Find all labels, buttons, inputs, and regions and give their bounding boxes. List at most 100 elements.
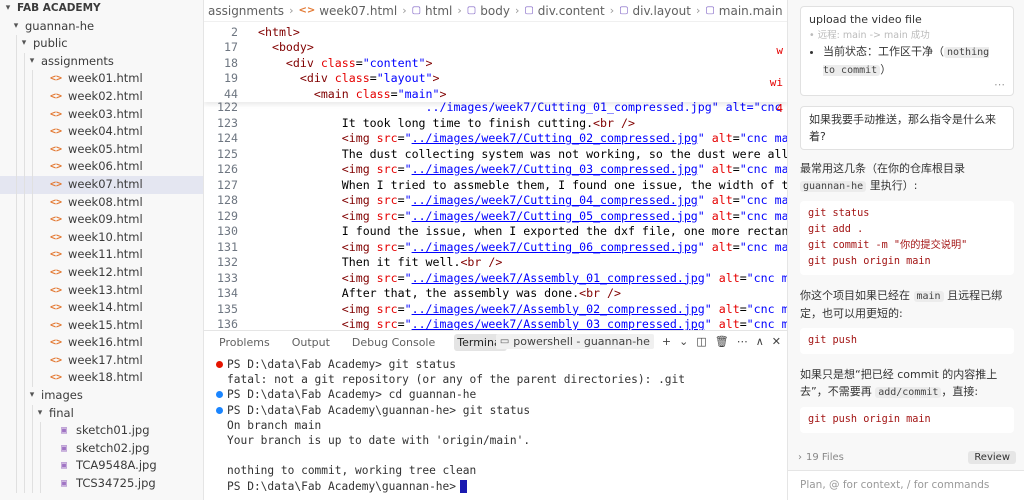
tree-file[interactable]: <> week13.html <box>0 281 203 300</box>
code-block-push[interactable]: git push origin main <box>800 407 1014 433</box>
tab-debug-console[interactable]: Debug Console <box>349 334 438 351</box>
sticky-line[interactable]: 18 <div class="content"> <box>204 56 787 71</box>
status-suffix: ） <box>880 63 892 76</box>
code-token: "main" <box>397 86 440 101</box>
terminal-output[interactable]: PS D:\data\Fab Academy> git status fatal:… <box>204 353 787 494</box>
code-line[interactable]: 123 It took long time to finish cutting.… <box>204 116 787 132</box>
tree-folder[interactable]: ▾ guannan-he <box>0 18 203 36</box>
close-panel-icon[interactable]: ✕ <box>772 335 781 348</box>
maximize-panel-icon[interactable]: ∧ <box>756 335 764 348</box>
tab-problems[interactable]: Problems <box>216 334 273 351</box>
tree-file[interactable]: <> week04.html <box>0 123 203 141</box>
tree-file[interactable]: <> week12.html <box>0 263 203 282</box>
indent-guide <box>16 158 17 176</box>
split-terminal-icon[interactable]: ◫ <box>696 335 706 348</box>
tab-output[interactable]: Output <box>289 334 333 351</box>
tree-file[interactable]: <> week18.html <box>0 369 203 388</box>
tree-file[interactable]: <> week15.html <box>0 316 203 335</box>
sticky-line[interactable]: 19 <div class="layout"> <box>204 71 787 86</box>
code-block-commands[interactable]: git status git add . git commit -m "你的提交说明… <box>800 201 1014 275</box>
tree-file[interactable]: <> week01.html <box>0 70 203 88</box>
breadcrumb-item[interactable]: ▢ div.content <box>524 4 604 18</box>
code-line[interactable]: 127 When I tried to assmeble them, I fou… <box>204 178 787 194</box>
code-line[interactable]: 124 <img src="../images/week7/Cutting_02… <box>204 131 787 147</box>
command-status-icon[interactable] <box>216 361 223 369</box>
breadcrumb-item[interactable]: ▢ div.layout <box>619 4 691 18</box>
code-line[interactable]: 131 <img src="../images/week7/Cutting_06… <box>204 240 787 256</box>
breadcrumb-item[interactable]: ▢ main.main <box>705 4 782 18</box>
sticky-line[interactable]: 2 <html> <box>204 25 787 40</box>
code-line[interactable]: 132 Then it fit well.<br /> <box>204 255 787 271</box>
code-line[interactable]: 134 After that, the assembly was done.<b… <box>204 286 787 302</box>
review-button[interactable]: Review <box>968 450 1016 464</box>
sticky-line[interactable]: 44 <main class="main"> <box>204 87 787 102</box>
new-terminal-icon[interactable]: + <box>662 335 671 348</box>
image-path-link[interactable]: ../images/week7/Cutting_06_compressed.jp… <box>412 240 698 254</box>
code-block-line: git status <box>808 208 870 219</box>
tree-file[interactable]: <> week05.html <box>0 140 203 159</box>
breadcrumb-item[interactable]: ▢ body <box>467 4 510 18</box>
image-path-link[interactable]: ../images/week7/Cutting_03_compressed.jp… <box>412 162 698 176</box>
code-line[interactable]: 125 The dust collecting system was not w… <box>204 147 787 163</box>
code-line[interactable]: 135 <img src="../images/week7/Assembly_0… <box>204 302 787 318</box>
code-line[interactable]: 130 I found the issue, when I exported t… <box>204 224 787 240</box>
tree-file[interactable]: <> week03.html <box>0 105 203 124</box>
command-status-icon[interactable] <box>216 391 223 399</box>
tree-file[interactable]: ▣ TCS34725.jpg <box>0 475 203 493</box>
tree-file[interactable]: <> week09.html <box>0 211 203 229</box>
image-path-link[interactable]: ../images/week7/Assembly_01_compressed.j… <box>412 271 705 285</box>
more-actions-icon[interactable]: ⋯ <box>737 335 748 348</box>
code-line[interactable]: 136 <img src="../images/week7/Assembly_0… <box>204 317 787 330</box>
tree-folder[interactable]: ▾ FAB ACADEMY <box>0 0 203 18</box>
breadcrumb-item[interactable]: ▢ html <box>412 4 453 18</box>
code-editor[interactable]: 122 ../images/week7/Cutting_01_compresse… <box>204 22 787 330</box>
tree-folder[interactable]: ▾ images <box>0 387 203 405</box>
image-path-link[interactable]: ../images/week7/Cutting_05_compressed.jp… <box>412 209 698 223</box>
panel-actions: ▭ powershell - guannan-he + ⌄ ◫ 🗑 ⋯ ∧ ✕ <box>495 334 781 349</box>
tree-file[interactable]: ▣ sketch01.jpg <box>0 422 203 440</box>
code-token: "content" <box>362 55 426 70</box>
tree-file[interactable]: <> week06.html <box>0 158 203 176</box>
code-token: = <box>732 208 740 223</box>
tree-file[interactable]: <> week10.html <box>0 228 203 247</box>
code-line[interactable]: 122 ../images/week7/Cutting_01_compresse… <box>204 100 787 116</box>
line-number: 123 <box>217 115 238 130</box>
terminal-selector[interactable]: ▭ powershell - guannan-he <box>495 334 654 349</box>
para-3-text-2: ，直接: <box>941 385 979 398</box>
tree-file[interactable]: <> week07.html <box>0 175 203 194</box>
expand-changes-icon[interactable]: › <box>798 452 802 463</box>
sticky-line[interactable]: 17 <body> <box>204 40 787 55</box>
code-line[interactable]: 126 <img src="../images/week7/Cutting_03… <box>204 162 787 178</box>
line-number: 128 <box>217 193 238 207</box>
code-line[interactable]: 133 <img src="../images/week7/Assembly_0… <box>204 271 787 287</box>
more-options-icon[interactable]: ⋯ <box>809 79 1005 91</box>
tree-folder[interactable]: ▾ assignments <box>0 52 203 71</box>
code-line[interactable]: 128 <img src="../images/week7/Cutting_04… <box>204 193 787 209</box>
image-path-link[interactable]: ../images/week7/Assembly_03_compressed.j… <box>412 317 705 330</box>
image-path-link[interactable]: ../images/week7/Cutting_02_compressed.jp… <box>412 131 698 145</box>
indent-guide <box>24 140 25 159</box>
terminal-dropdown-icon[interactable]: ⌄ <box>679 335 688 348</box>
code-line[interactable]: 129 <img src="../images/week7/Cutting_05… <box>204 209 787 225</box>
chat-input[interactable]: Plan, @ for context, / for commands <box>788 470 1024 500</box>
tree-file[interactable]: <> week02.html <box>0 87 203 106</box>
tree-file[interactable]: <> week08.html <box>0 193 203 212</box>
kill-terminal-icon[interactable]: 🗑 <box>715 335 729 348</box>
tree-file[interactable]: ▣ sketch02.jpg <box>0 439 203 458</box>
line-gutter <box>216 437 223 444</box>
command-status-icon[interactable] <box>216 406 223 414</box>
image-path-link[interactable]: ../images/week7/Cutting_04_compressed.jp… <box>412 193 698 207</box>
tree-file[interactable]: <> week17.html <box>0 351 203 370</box>
tree-folder[interactable]: ▾ public <box>0 35 203 53</box>
breadcrumb-item[interactable]: <> week07.html <box>298 4 397 18</box>
tree-folder[interactable]: ▾ final <box>0 404 203 423</box>
tree-file[interactable]: <> week16.html <box>0 334 203 352</box>
code-block-short[interactable]: git push <box>800 328 1014 354</box>
tree-file[interactable]: ▣ TCA9548A.jpg <box>0 457 203 476</box>
image-path-link[interactable]: ../images/week7/Assembly_02_compressed.j… <box>412 302 705 316</box>
tree-file[interactable]: <> week14.html <box>0 299 203 317</box>
breadcrumb-item[interactable]: assignments <box>208 4 284 18</box>
tree-file[interactable]: <> week11.html <box>0 246 203 264</box>
